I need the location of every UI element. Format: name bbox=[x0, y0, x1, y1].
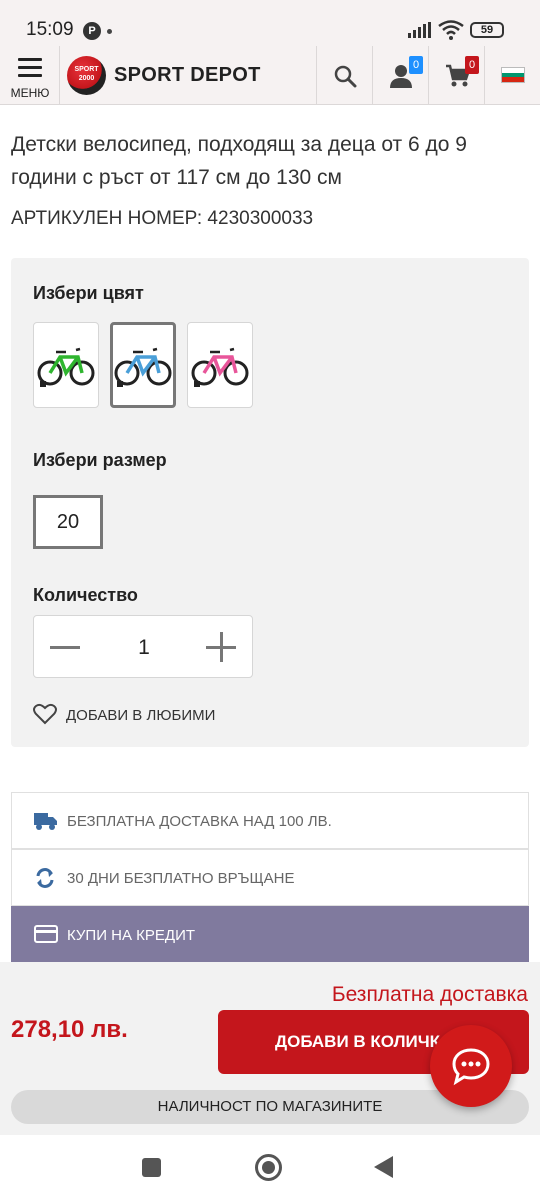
recent-apps-icon[interactable] bbox=[142, 1158, 161, 1177]
bulgaria-flag-icon bbox=[501, 67, 525, 83]
bike-thumbnail-green bbox=[37, 347, 95, 387]
color-option-green[interactable] bbox=[33, 322, 99, 408]
menu-label: МЕНЮ bbox=[10, 86, 50, 100]
favorites-label: ДОБАВИ В ЛЮБИМИ bbox=[66, 707, 216, 724]
product-options-panel: Избери цвят Избери размер 20 Количество … bbox=[11, 258, 529, 747]
wifi-icon bbox=[438, 20, 464, 40]
size-option-20[interactable]: 20 bbox=[33, 495, 103, 549]
battery-indicator: 59 bbox=[470, 22, 504, 38]
menu-button[interactable]: МЕНЮ bbox=[0, 46, 60, 105]
system-navigation-bar bbox=[0, 1135, 540, 1200]
bike-thumbnail-pink bbox=[191, 347, 249, 387]
free-delivery-note: Безплатна доставка bbox=[331, 983, 528, 1006]
color-section-title: Избери цвят bbox=[33, 283, 144, 303]
size-section-title: Избери размер bbox=[33, 450, 167, 470]
benefit-free-delivery: БЕЗПЛАТНА ДОСТАВКА НАД 100 ЛВ. bbox=[11, 792, 529, 849]
product-price: 278,10 лв. bbox=[11, 1016, 128, 1043]
quantity-section-title: Количество bbox=[33, 585, 138, 605]
color-option-pink[interactable] bbox=[187, 322, 253, 408]
buy-on-credit-button[interactable]: КУПИ НА КРЕДИТ bbox=[11, 906, 529, 963]
language-selector[interactable] bbox=[484, 46, 540, 105]
flag-stripe bbox=[502, 77, 524, 82]
article-number: АРТИКУЛЕН НОМЕР: 4230300033 bbox=[11, 208, 314, 229]
account-badge: 0 bbox=[409, 56, 423, 74]
chat-bubble-icon bbox=[452, 1048, 490, 1086]
site-header: МЕНЮ SPORT 2000 SPORT DEPOT 0 0 bbox=[0, 46, 540, 105]
home-icon[interactable] bbox=[255, 1154, 282, 1181]
quantity-stepper: 1 bbox=[33, 615, 253, 678]
add-to-favorites-button[interactable]: ДОБАВИ В ЛЮБИМИ bbox=[33, 703, 215, 727]
status-time: 15:09 bbox=[26, 19, 74, 40]
bike-thumbnail-blue bbox=[114, 347, 172, 387]
benefit-label: КУПИ НА КРЕДИТ bbox=[67, 927, 196, 944]
refresh-icon bbox=[36, 868, 54, 888]
cart-button[interactable]: 0 bbox=[428, 46, 484, 105]
status-bar: 15:09 P 59 bbox=[0, 0, 540, 46]
logo-text[interactable]: SPORT DEPOT bbox=[114, 64, 261, 87]
credit-card-icon bbox=[34, 925, 58, 943]
logo-badge-line1: SPORT bbox=[74, 66, 99, 73]
back-icon[interactable] bbox=[374, 1156, 393, 1178]
chat-button[interactable] bbox=[430, 1025, 512, 1107]
sport2000-logo[interactable]: SPORT 2000 bbox=[67, 56, 106, 95]
hamburger-icon bbox=[18, 58, 42, 82]
logo-badge-line2: 2000 bbox=[78, 75, 95, 82]
parking-notification-icon: P bbox=[83, 22, 101, 40]
product-description: Детски велосипед, подходящ за деца от 6 … bbox=[11, 133, 467, 189]
truck-icon bbox=[34, 813, 57, 830]
search-button[interactable] bbox=[316, 46, 372, 105]
quantity-increase-button[interactable] bbox=[206, 632, 236, 662]
benefit-label: БЕЗПЛАТНА ДОСТАВКА НАД 100 ЛВ. bbox=[67, 813, 332, 830]
notification-dot-icon bbox=[107, 29, 112, 34]
cart-badge: 0 bbox=[465, 56, 479, 74]
benefit-label: 30 ДНИ БЕЗПЛАТНО ВРЪЩАНЕ bbox=[67, 870, 295, 887]
benefit-free-returns: 30 ДНИ БЕЗПЛАТНО ВРЪЩАНЕ bbox=[11, 849, 529, 906]
heart-icon bbox=[33, 703, 57, 725]
color-option-blue[interactable] bbox=[110, 322, 176, 408]
search-icon bbox=[334, 65, 357, 88]
account-button[interactable]: 0 bbox=[372, 46, 428, 105]
signal-icon bbox=[408, 22, 431, 38]
